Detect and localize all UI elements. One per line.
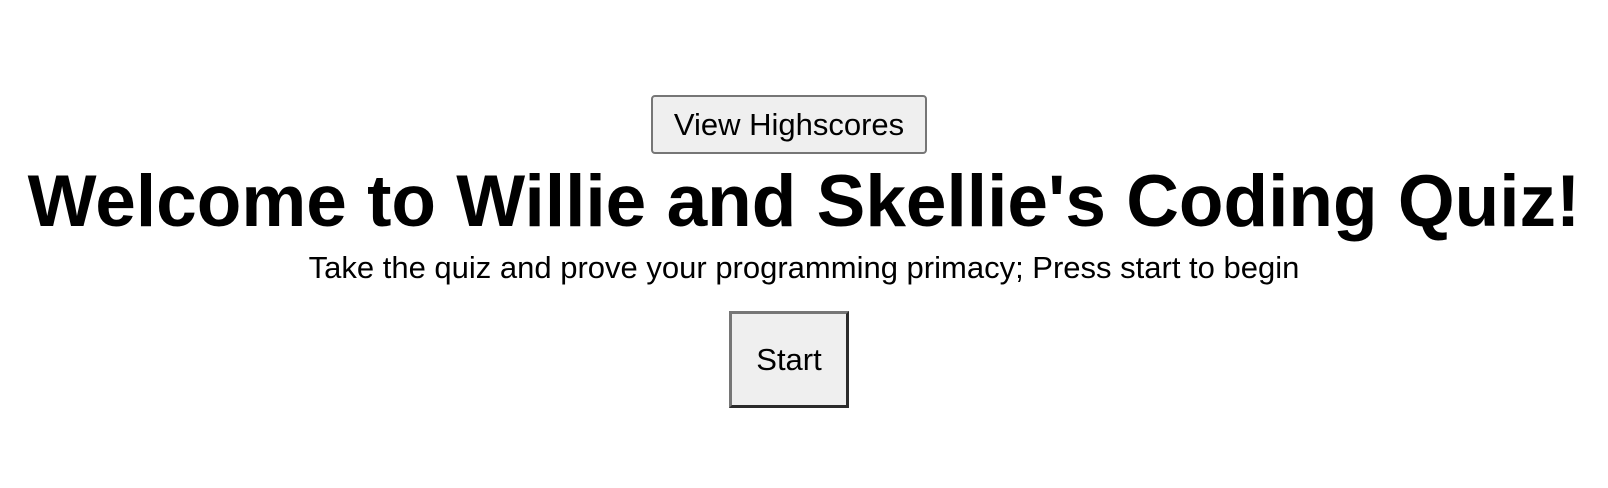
start-button[interactable]: Start <box>729 311 849 408</box>
page-subtitle: Take the quiz and prove your programming… <box>308 250 1300 285</box>
view-highscores-button[interactable]: View Highscores <box>651 95 927 154</box>
quiz-start-page: View Highscores Welcome to Willie and Sk… <box>0 0 1608 488</box>
page-title: Welcome to Willie and Skellie's Coding Q… <box>27 161 1581 242</box>
